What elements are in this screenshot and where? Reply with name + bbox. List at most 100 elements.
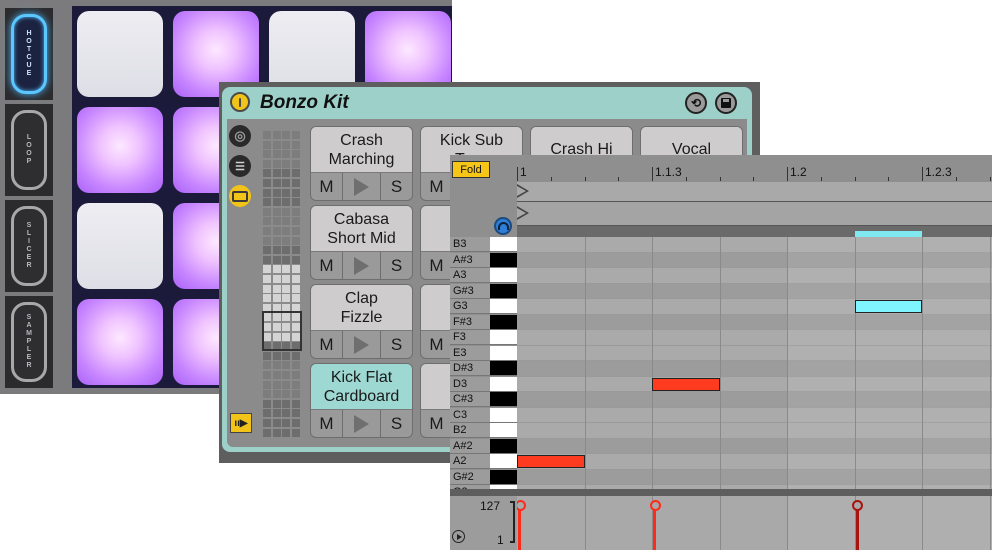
mini-grid-cell[interactable] xyxy=(272,399,281,408)
mini-grid-cell[interactable] xyxy=(272,255,281,264)
piano-key[interactable] xyxy=(490,454,517,469)
mini-grid-cell[interactable] xyxy=(282,169,290,178)
mini-grid-cell[interactable] xyxy=(272,294,281,303)
pad-overview-grid[interactable] xyxy=(263,131,301,439)
mode-button-loop[interactable]: LOOP xyxy=(5,104,53,196)
mini-grid-cell[interactable] xyxy=(272,409,281,418)
mini-grid-cell[interactable] xyxy=(272,159,281,168)
mini-grid-cell[interactable] xyxy=(282,428,290,437)
mini-grid-cell[interactable] xyxy=(291,419,300,427)
drum-pad[interactable]: Kick Flat Cardboard M S xyxy=(310,363,413,438)
mini-grid-cell[interactable] xyxy=(282,198,290,207)
solo-button[interactable]: S xyxy=(381,410,412,438)
piano-key[interactable] xyxy=(490,407,517,423)
piano-key-fsharp3[interactable]: F#3 xyxy=(450,314,517,331)
mini-grid-cell[interactable] xyxy=(291,399,300,408)
mute-button[interactable]: M xyxy=(421,173,453,201)
drum-pad-name[interactable]: Kick Flat Cardboard xyxy=(311,364,412,410)
mini-grid-cell[interactable] xyxy=(282,294,290,303)
mini-grid-cell[interactable] xyxy=(263,159,271,168)
mini-grid-cell[interactable] xyxy=(272,236,281,245)
mini-grid-cell[interactable] xyxy=(282,380,290,389)
piano-key-asharp3[interactable]: A#3 xyxy=(450,252,517,269)
piano-key[interactable] xyxy=(490,361,517,376)
piano-key[interactable] xyxy=(490,423,517,438)
mini-grid-cell[interactable] xyxy=(291,131,300,139)
preview-play-button[interactable] xyxy=(343,331,381,359)
velocity-stem[interactable] xyxy=(518,506,521,550)
piano-key-b3[interactable]: B3 xyxy=(450,237,517,253)
mini-grid-cell[interactable] xyxy=(272,169,281,178)
mini-grid-cell[interactable] xyxy=(272,217,281,226)
drum-pad-name[interactable]: Clap Fizzle xyxy=(311,285,412,331)
mini-grid-cell[interactable] xyxy=(263,150,271,159)
mini-grid-cell[interactable] xyxy=(282,390,290,399)
piano-key[interactable] xyxy=(490,376,517,392)
mini-grid-cell[interactable] xyxy=(282,399,290,408)
velocity-lane[interactable] xyxy=(517,496,992,550)
mini-grid-cell[interactable] xyxy=(263,265,271,274)
mini-grid-cell[interactable] xyxy=(272,150,281,159)
mini-grid-cell[interactable] xyxy=(282,409,290,418)
mini-grid-cell[interactable] xyxy=(291,390,300,399)
mini-grid-cell[interactable] xyxy=(272,380,281,389)
velocity-divider[interactable] xyxy=(450,489,992,496)
mode-button-sampler[interactable]: SAMPLER xyxy=(5,296,53,388)
mini-grid-cell[interactable] xyxy=(263,169,271,178)
mini-grid-cell[interactable] xyxy=(291,371,300,379)
fold-button[interactable]: Fold xyxy=(452,161,490,178)
velocity-handle[interactable] xyxy=(852,500,863,511)
mini-grid-cell[interactable] xyxy=(291,284,300,293)
piano-key-a2[interactable]: A2 xyxy=(450,454,517,470)
mini-grid-cell[interactable] xyxy=(263,217,271,226)
piano-key[interactable] xyxy=(490,252,517,268)
mini-grid-cell[interactable] xyxy=(272,198,281,207)
mini-grid-cell[interactable] xyxy=(291,169,300,178)
mini-grid-cell[interactable] xyxy=(263,275,271,283)
mini-grid-cell[interactable] xyxy=(272,275,281,283)
mini-grid-cell[interactable] xyxy=(263,179,271,187)
piano-key-gsharp2[interactable]: G#2 xyxy=(450,469,517,486)
piano-key-c3[interactable]: C3 xyxy=(450,407,517,424)
mini-grid-cell[interactable] xyxy=(272,227,281,235)
mini-grid-cell[interactable] xyxy=(282,159,290,168)
end-marker-icon[interactable] xyxy=(517,206,529,220)
mini-grid-cell[interactable] xyxy=(291,351,300,360)
mini-grid-cell[interactable] xyxy=(282,275,290,283)
mini-grid-cell[interactable] xyxy=(263,380,271,389)
piano-key[interactable] xyxy=(490,314,517,330)
drum-pad-name[interactable]: Cabasa Short Mid xyxy=(311,206,412,252)
mini-grid-cell[interactable] xyxy=(291,198,300,207)
mini-grid-cell[interactable] xyxy=(291,294,300,303)
mini-grid-cell[interactable] xyxy=(291,265,300,274)
mini-grid-cell[interactable] xyxy=(282,419,290,427)
piano-key-f3[interactable]: F3 xyxy=(450,330,517,346)
piano-key[interactable] xyxy=(490,345,517,361)
piano-key[interactable] xyxy=(490,283,517,299)
piano-key[interactable] xyxy=(490,438,517,454)
mini-grid-cell[interactable] xyxy=(272,179,281,187)
mini-grid-cell[interactable] xyxy=(263,198,271,207)
mini-grid-cell[interactable] xyxy=(263,409,271,418)
mini-grid-cell[interactable] xyxy=(282,217,290,226)
mini-grid-cell[interactable] xyxy=(291,428,300,437)
note-grid[interactable] xyxy=(517,237,992,489)
velocity-stem[interactable] xyxy=(855,506,859,550)
mute-button[interactable]: M xyxy=(311,252,343,280)
mini-grid-cell[interactable] xyxy=(263,227,271,235)
mini-grid-cell[interactable] xyxy=(282,236,290,245)
hardware-pad[interactable] xyxy=(77,11,163,97)
mini-grid-cell[interactable] xyxy=(272,428,281,437)
mini-grid-cell[interactable] xyxy=(282,371,290,379)
mini-grid-cell[interactable] xyxy=(291,179,300,187)
mode-pill[interactable]: LOOP xyxy=(11,110,47,190)
mini-grid-cell[interactable] xyxy=(282,246,290,255)
mini-grid-cell[interactable] xyxy=(282,131,290,139)
mini-grid-cell[interactable] xyxy=(291,409,300,418)
mini-grid-cell[interactable] xyxy=(263,236,271,245)
start-marker-icon[interactable] xyxy=(517,184,529,198)
mini-grid-cell[interactable] xyxy=(291,188,300,197)
mini-grid-cell[interactable] xyxy=(291,150,300,159)
mini-grid-cell[interactable] xyxy=(263,255,271,264)
macro-icon[interactable]: ◎ xyxy=(229,125,251,147)
